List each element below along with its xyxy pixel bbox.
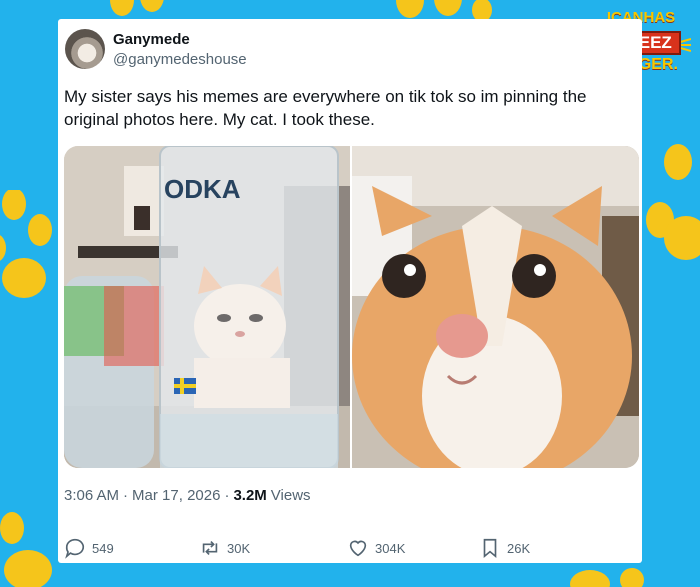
like-button[interactable]: 304K	[347, 537, 479, 559]
reply-button[interactable]: 549	[64, 537, 199, 559]
repost-button[interactable]: 30K	[199, 537, 347, 559]
reply-count: 549	[92, 540, 114, 556]
photo-cat-behind-bottle[interactable]: ODKA	[64, 146, 350, 468]
tweet-time[interactable]: 3:06 AM	[64, 487, 119, 504]
heart-icon	[349, 540, 367, 557]
tweet-actions: 549 30K 304K 26K	[64, 537, 634, 559]
tweet-date[interactable]: Mar 17, 2026	[132, 487, 220, 504]
tweet-card: Ganymede @ganymedeshouse My sister says …	[58, 19, 642, 563]
paw-print-decoration	[560, 560, 660, 587]
meta-separator: ·	[224, 487, 230, 504]
meta-separator: ·	[123, 487, 129, 504]
photo-grid: ODKA	[64, 146, 639, 468]
paw-print-decoration	[108, 0, 178, 20]
repost-count: 30K	[227, 540, 251, 556]
like-count: 304K	[375, 540, 406, 556]
tweet-meta: 3:06 AM · Mar 17, 2026 · 3.2M Views	[64, 487, 311, 504]
views-label: Views	[270, 487, 311, 504]
repost-icon	[202, 540, 218, 556]
avatar[interactable]	[65, 29, 105, 69]
tweet-text: My sister says his memes are everywhere …	[64, 87, 587, 129]
reply-icon	[65, 538, 85, 559]
paw-print-decoration	[0, 510, 60, 587]
author-name[interactable]: Ganymede	[113, 31, 190, 48]
bookmark-button[interactable]: 26K	[479, 537, 530, 559]
photo-cat-closeup[interactable]	[352, 146, 639, 468]
cat-closeup-photo	[352, 146, 639, 468]
cat-behind-vodka-bottle-photo: ODKA	[64, 146, 350, 468]
paw-print-decoration	[642, 120, 700, 290]
views-count: 3.2M	[233, 487, 267, 504]
bottle-label-text: ODKA	[164, 174, 241, 204]
paw-print-decoration	[0, 190, 58, 300]
bookmark-icon	[483, 538, 497, 559]
author-handle[interactable]: @ganymedeshouse	[113, 51, 247, 68]
bookmark-count: 26K	[507, 540, 531, 556]
